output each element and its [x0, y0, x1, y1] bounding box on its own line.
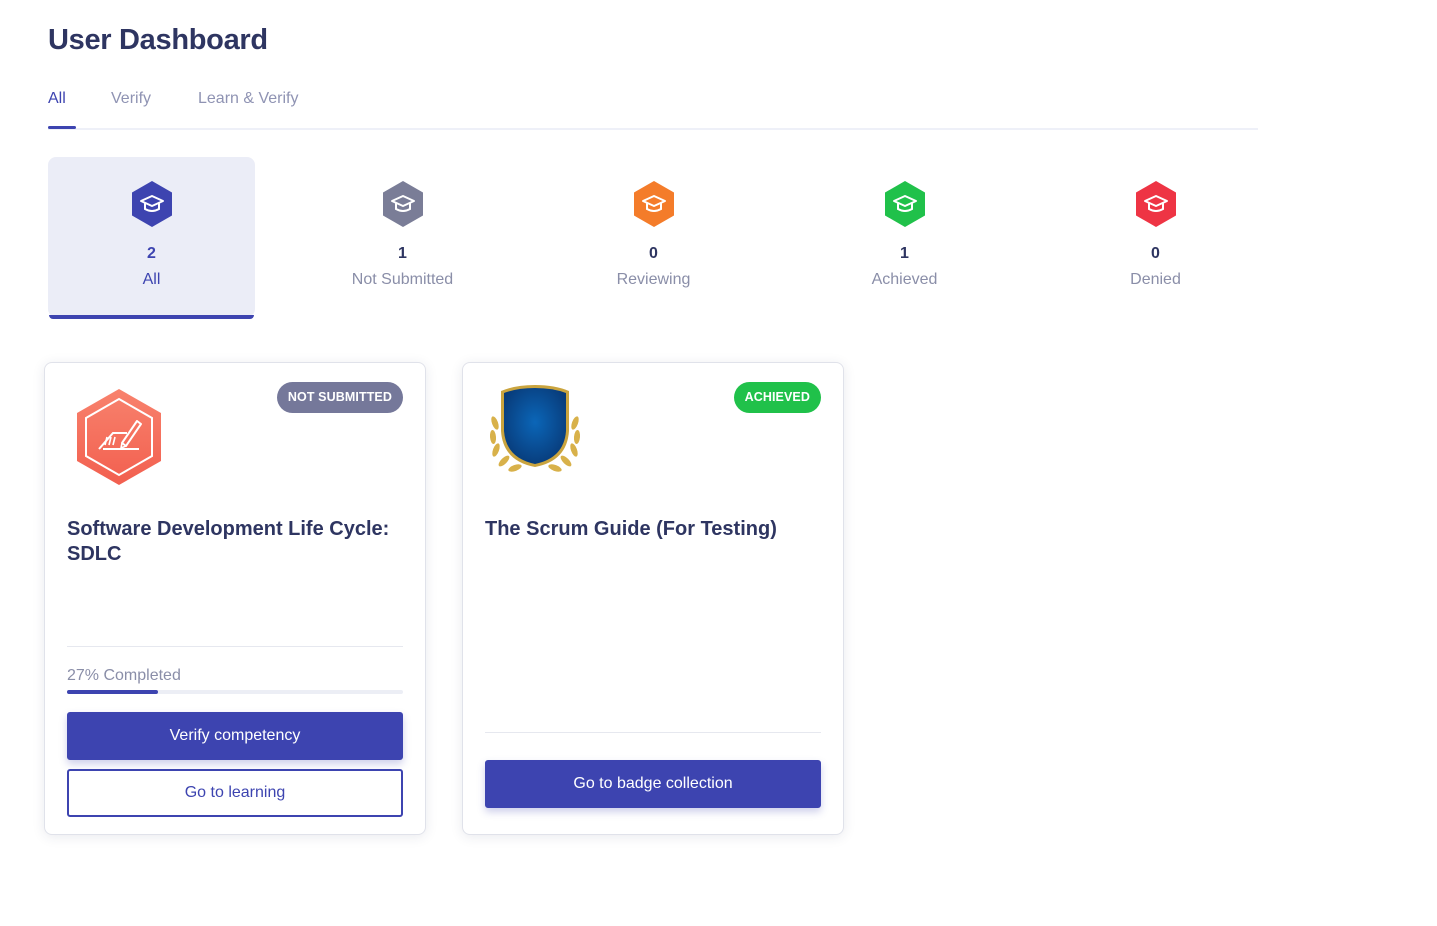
- stat-count: 2: [147, 245, 156, 262]
- tab-verify[interactable]: Verify: [111, 90, 151, 108]
- card-title: The Scrum Guide (For Testing): [485, 518, 777, 540]
- stat-label: Reviewing: [616, 271, 691, 288]
- graduation-cap-icon: [132, 181, 172, 227]
- card-divider: [485, 732, 821, 733]
- stat-count: 1: [398, 245, 407, 262]
- writing-hand-hexagon-icon: [77, 389, 161, 485]
- stat-label: All: [142, 271, 161, 288]
- graduation-cap-icon: [383, 181, 423, 227]
- stat-label: Denied: [1130, 271, 1181, 288]
- active-tab-indicator: [48, 126, 76, 129]
- progress-bar: [67, 690, 403, 694]
- tab-learn-verify[interactable]: Learn & Verify: [198, 90, 299, 108]
- go-to-badge-collection-button[interactable]: Go to badge collection: [485, 760, 821, 808]
- progress-label: 27% Completed: [67, 667, 181, 684]
- stat-label: Achieved: [871, 271, 938, 288]
- badge-card: NOT SUBMITTED Software Development Life …: [44, 362, 426, 835]
- card-title: Software Development Life Cycle: SDLC: [67, 518, 390, 565]
- progress-fill: [67, 690, 158, 694]
- card-divider: [67, 646, 403, 647]
- stat-all[interactable]: 2 All: [48, 157, 255, 319]
- page-title: User Dashboard: [48, 24, 268, 56]
- go-to-learning-button[interactable]: Go to learning: [67, 769, 403, 817]
- status-badge: NOT SUBMITTED: [276, 382, 403, 413]
- stat-reviewing[interactable]: 0 Reviewing: [550, 157, 757, 317]
- stat-not-submitted[interactable]: 1 Not Submitted: [299, 157, 506, 317]
- stat-count: 1: [900, 245, 909, 262]
- status-badge: ACHIEVED: [733, 382, 821, 413]
- graduation-cap-icon: [1136, 181, 1176, 227]
- graduation-cap-icon: [634, 181, 674, 227]
- tab-all[interactable]: All: [48, 90, 66, 108]
- stat-count: 0: [1151, 245, 1160, 262]
- badge-card: ACHIEVED The Scrum Guide (For Testing) G…: [462, 362, 844, 835]
- verify-competency-button[interactable]: Verify competency: [67, 712, 403, 760]
- filter-tabs: All Verify Learn & Verify: [48, 88, 1258, 130]
- stat-achieved[interactable]: 1 Achieved: [801, 157, 1008, 317]
- shield-laurel-icon: [489, 385, 581, 472]
- graduation-cap-icon: [885, 181, 925, 227]
- stat-label: Not Submitted: [351, 271, 454, 288]
- stat-denied[interactable]: 0 Denied: [1052, 157, 1259, 317]
- stat-count: 0: [649, 245, 658, 262]
